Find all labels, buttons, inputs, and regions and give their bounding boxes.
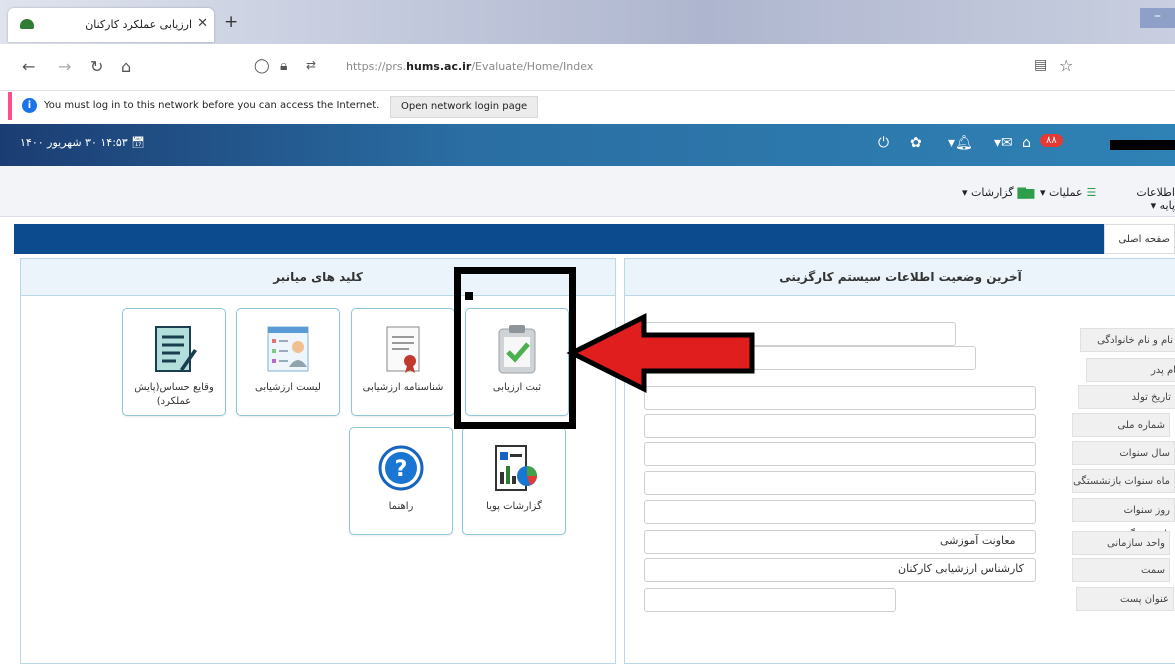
bar-chart-icon: ▆▇ <box>1013 186 1035 199</box>
notification-bell-icon[interactable]: ▾🔔︎ <box>948 135 973 151</box>
notes-scroll-icon <box>155 326 197 372</box>
redacted-username <box>1110 140 1175 150</box>
breadcrumb: صفحه اصلی <box>1104 224 1175 254</box>
menu-operations[interactable]: ☰ عملیات ▾ <box>1040 186 1096 199</box>
tab-close-icon[interactable]: ✕ <box>197 16 208 31</box>
retirement-days-field <box>644 500 1036 524</box>
label-father-name: نام پدر <box>1086 358 1175 382</box>
tile-label: لیست ارزشیابی <box>255 382 321 393</box>
app-header: 📅︎ ۱۴:۵۳ ۳۰ شهریور ۱۴۰۰ ⏻ ✿ ▾🔔︎ ▾✉ ⌂ ۸۸ <box>0 124 1175 166</box>
page-title-strip <box>14 224 1104 254</box>
org-unit-value: معاونت آموزشی <box>940 534 1016 547</box>
window-minimize-button[interactable]: – <box>1140 8 1175 28</box>
shield-icon[interactable]: ◯ <box>254 58 270 74</box>
address-bar[interactable]: ◯ 🔒︎ ⇄ https://prs.hums.ac.ir/Evaluate/H… <box>238 52 1073 82</box>
new-tab-button[interactable]: + <box>224 12 238 32</box>
position-value: کارشناس ارزشیابی کارکنان <box>898 562 1024 575</box>
tile-evaluation-profile[interactable]: شناسنامه ارزشیابی <box>351 308 455 416</box>
label-org-unit: واحد سازمانی <box>1072 531 1170 555</box>
personnel-info-panel-title: آخرین وضعیت اطلاعات سیستم کارگزینی <box>625 259 1175 296</box>
reader-view-icon[interactable]: ▤ <box>1034 57 1047 73</box>
gear-icon[interactable]: ✿ <box>910 135 922 151</box>
post-title-field <box>644 588 896 612</box>
tile-label: وقایع حساس(پایش عملکرد) <box>134 382 214 407</box>
certificate-document-icon <box>386 326 420 373</box>
tile-label: گزارشات پویا <box>486 501 542 512</box>
reload-icon[interactable]: ↻ <box>90 57 103 76</box>
label-national-id: شماره ملی <box>1072 413 1170 437</box>
url-text[interactable]: https://prs.hums.ac.ir/Evaluate/Home/Ind… <box>346 60 593 73</box>
list-icon: ☰ <box>1082 186 1097 199</box>
tab-title: ارزیابی عملکرد کارکنان <box>85 18 192 31</box>
info-icon: i <box>22 98 37 113</box>
user-list-icon <box>267 326 309 372</box>
label-retirement-years: سال سنوات بازنشستگی <box>1072 441 1175 483</box>
permissions-icon[interactable]: ⇄ <box>306 58 316 72</box>
retirement-years-field <box>644 442 1036 466</box>
tile-evaluation-list[interactable]: لیست ارزشیابی <box>236 308 340 416</box>
tile-label: راهنما <box>388 501 414 512</box>
tile-dynamic-reports[interactable]: گزارشات پویا <box>462 427 566 535</box>
notification-text: You must log in to this network before y… <box>44 100 380 111</box>
retirement-months-field <box>644 471 1036 495</box>
annotation-dot <box>465 292 473 300</box>
menu-reports[interactable]: ▆▇ گزارشات ▾ <box>962 186 1034 199</box>
mail-icon[interactable]: ▾✉ <box>994 135 1013 151</box>
label-retirement-months: ماه سنوات بازنشستگی <box>1072 469 1175 493</box>
power-icon[interactable]: ⏻ <box>878 135 889 151</box>
label-birth-date: تاریخ تولد <box>1078 385 1175 409</box>
national-id-field <box>644 414 1036 438</box>
bookmark-star-icon[interactable]: ☆ <box>1059 56 1073 75</box>
help-icon: ? <box>378 445 424 491</box>
date-time: 📅︎ ۱۴:۵۳ ۳۰ شهریور ۱۴۰۰ <box>20 136 146 149</box>
label-retirement-days: روز سنوات بازنشستگی <box>1072 498 1175 540</box>
label-post-title: عنوان پست <box>1076 587 1174 611</box>
main-menu-bar: اطلاعات پایه ▾ ☰ عملیات ▾ ▆▇ گزارشات ▾ <box>0 166 1175 217</box>
tile-help[interactable]: ? راهنما <box>349 427 453 535</box>
home-icon[interactable]: ⌂ <box>1022 135 1031 151</box>
site-favicon-icon <box>20 19 34 29</box>
forward-arrow-icon[interactable]: → <box>58 57 71 76</box>
network-login-notification: i You must log in to this network before… <box>8 92 1175 120</box>
home-icon[interactable]: ⌂ <box>121 57 131 76</box>
label-full-name: نام و نام خانوادگی <box>1080 328 1175 352</box>
tile-critical-events[interactable]: وقایع حساس(پایش عملکرد) <box>122 308 226 416</box>
lock-icon[interactable]: 🔒︎ <box>280 58 287 74</box>
open-login-page-button[interactable]: Open network login page <box>390 96 539 118</box>
browser-navigation-bar: ← → ↻ ⌂ ◯ 🔒︎ ⇄ https://prs.hums.ac.ir/Ev… <box>0 44 1175 91</box>
browser-tab[interactable]: ارزیابی عملکرد کارکنان ✕ <box>8 8 214 42</box>
svg-text:?: ? <box>395 457 408 482</box>
menu-basic-info[interactable]: اطلاعات پایه ▾ <box>1120 186 1175 212</box>
label-position: سمت <box>1072 558 1170 582</box>
message-count-badge[interactable]: ۸۸ <box>1040 134 1063 147</box>
dashboard-report-icon <box>495 445 537 491</box>
tile-label: شناسنامه ارزشیابی <box>362 382 444 393</box>
red-arrow-annotation-icon <box>566 312 755 394</box>
breadcrumb-home[interactable]: صفحه اصلی <box>1119 234 1170 245</box>
back-arrow-icon[interactable]: ← <box>22 57 35 76</box>
